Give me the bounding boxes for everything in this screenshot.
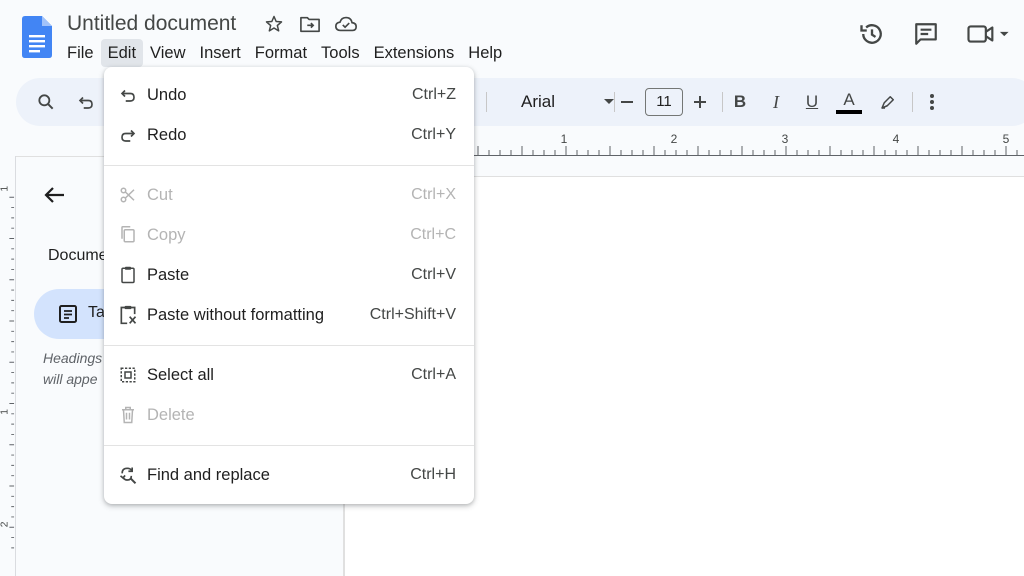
ruler-side-mark: 1 xyxy=(0,409,11,415)
menu-item-shortcut: Ctrl+A xyxy=(411,366,456,383)
font-family-select[interactable]: Arial xyxy=(505,90,615,114)
menu-help[interactable]: Help xyxy=(461,39,509,67)
panel-heading: Docume xyxy=(48,247,108,264)
header-actions xyxy=(856,18,1012,50)
menu-item-redo[interactable]: Redo Ctrl+Y xyxy=(104,115,474,155)
menu-item-label: Delete xyxy=(147,406,195,424)
font-size-input[interactable]: 11 xyxy=(645,88,683,116)
menu-item-label: Cut xyxy=(147,186,173,204)
menu-item-label: Paste xyxy=(147,266,190,284)
docs-logo-icon[interactable] xyxy=(22,16,52,58)
text-color-bar xyxy=(836,109,862,114)
back-arrow-icon[interactable] xyxy=(40,180,70,210)
star-icon[interactable] xyxy=(262,12,286,36)
menu-extensions[interactable]: Extensions xyxy=(367,39,462,67)
headings-hint-line: will appe xyxy=(43,371,98,387)
menu-item-select-all[interactable]: Select all Ctrl+A xyxy=(104,355,474,395)
menu-item-shortcut: Ctrl+Shift+V xyxy=(369,306,456,323)
menu-divider xyxy=(104,345,474,346)
menu-edit[interactable]: Edit xyxy=(100,39,144,67)
redo-icon xyxy=(118,123,138,147)
menu-item-label: Copy xyxy=(147,226,186,244)
menu-item-shortcut: Ctrl+H xyxy=(410,466,456,483)
menu-item-label: Redo xyxy=(147,126,187,144)
more-options-icon[interactable] xyxy=(920,90,944,114)
move-folder-icon[interactable] xyxy=(298,12,322,36)
ruler-side-mark: 2 xyxy=(0,521,11,527)
select-all-icon xyxy=(118,363,138,387)
menu-item-paste[interactable]: Paste Ctrl+V xyxy=(104,255,474,295)
undo-icon xyxy=(118,83,138,107)
copy-icon xyxy=(118,223,138,247)
menu-format[interactable]: Format xyxy=(248,39,314,67)
menu-divider xyxy=(104,165,474,166)
edit-menu-dropdown: Undo Ctrl+Z Redo Ctrl+Y Cut Ctrl+X Copy … xyxy=(104,67,474,504)
ruler-side-mark: 1 xyxy=(0,186,11,192)
ruler-mark: 5 xyxy=(1003,132,1010,146)
font-family-value: Arial xyxy=(521,92,556,111)
ruler-mark: 4 xyxy=(893,132,900,146)
menu-tools[interactable]: Tools xyxy=(314,39,367,67)
toolbar-separator xyxy=(486,92,487,112)
cloud-saved-icon[interactable] xyxy=(334,12,358,36)
menu-item-copy[interactable]: Copy Ctrl+C xyxy=(104,215,474,255)
ruler-mark: 1 xyxy=(561,132,568,146)
menu-insert[interactable]: Insert xyxy=(193,39,248,67)
document-tab-icon xyxy=(59,305,77,323)
bold-button[interactable]: B xyxy=(728,90,752,114)
headings-hint-line: Headings xyxy=(43,350,103,366)
ruler-mark: 3 xyxy=(782,132,789,146)
text-color-label: A xyxy=(843,89,855,109)
increase-font-size-icon[interactable] xyxy=(688,90,712,114)
undo-toolbar-icon[interactable] xyxy=(74,90,98,114)
toolbar-separator xyxy=(722,92,723,112)
clipboard-clear-icon xyxy=(118,303,138,327)
ruler-mark: 2 xyxy=(671,132,678,146)
toolbar-separator xyxy=(912,92,913,112)
menu-divider xyxy=(104,445,474,446)
meet-video-icon[interactable] xyxy=(964,18,1012,50)
find-replace-icon xyxy=(118,463,138,487)
menu-item-delete[interactable]: Delete xyxy=(104,395,474,435)
vertical-ruler[interactable]: 1 1 2 xyxy=(0,156,16,576)
comments-icon[interactable] xyxy=(910,18,942,50)
text-color-button[interactable]: A xyxy=(836,89,862,114)
menu-item-undo[interactable]: Undo Ctrl+Z xyxy=(104,75,474,115)
menu-bar: File Edit View Insert Format Tools Exten… xyxy=(60,39,509,67)
google-docs-window: Untitled document File Edit View Insert … xyxy=(0,0,1024,576)
menu-item-cut[interactable]: Cut Ctrl+X xyxy=(104,175,474,215)
menu-item-label: Find and replace xyxy=(147,466,270,484)
scissors-icon xyxy=(118,183,138,207)
document-tab-label: Ta xyxy=(88,304,105,321)
menu-item-shortcut: Ctrl+V xyxy=(411,266,456,283)
decrease-font-size-icon[interactable] xyxy=(615,90,639,114)
clipboard-icon xyxy=(118,263,138,287)
menu-item-shortcut: Ctrl+Y xyxy=(411,126,456,143)
menu-item-label: Select all xyxy=(147,366,214,384)
title-actions xyxy=(262,12,358,36)
menu-file[interactable]: File xyxy=(60,39,101,67)
menu-item-shortcut: Ctrl+C xyxy=(410,226,456,243)
menu-item-shortcut: Ctrl+Z xyxy=(412,86,456,103)
trash-icon xyxy=(118,403,138,427)
underline-button[interactable]: U xyxy=(800,90,824,114)
menu-item-label: Undo xyxy=(147,86,187,104)
headings-hint: Headings will appe xyxy=(43,348,103,390)
document-title[interactable]: Untitled document xyxy=(67,12,236,36)
menu-item-paste-without-formatting[interactable]: Paste without formatting Ctrl+Shift+V xyxy=(104,295,474,335)
search-menus-icon[interactable] xyxy=(34,90,58,114)
italic-button[interactable]: I xyxy=(764,90,788,114)
menu-item-label: Paste without formatting xyxy=(147,306,325,324)
menu-view[interactable]: View xyxy=(143,39,192,67)
highlight-pen-icon[interactable] xyxy=(876,90,900,114)
version-history-icon[interactable] xyxy=(856,18,888,50)
menu-item-find-and-replace[interactable]: Find and replace Ctrl+H xyxy=(104,455,474,495)
menu-item-shortcut: Ctrl+X xyxy=(411,186,456,203)
